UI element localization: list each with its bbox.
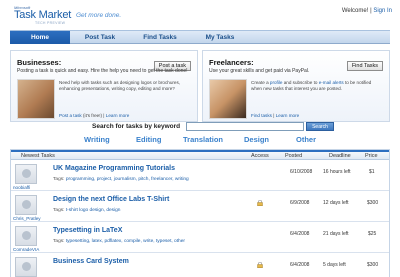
welcome-area: Welcome! | Sign In [342,8,392,14]
header-price[interactable]: Price [365,153,378,159]
task-tags: Tags: programming, project, journalism, … [53,177,189,182]
header-posted[interactable]: Posted [285,153,302,159]
sign-in-link[interactable]: Sign In [373,8,392,14]
post-task-free-note: (it's free!) [83,113,103,118]
businesses-photo [17,79,55,119]
category-writing[interactable]: Writing [84,135,110,144]
task-title-link[interactable]: Business Card System [53,258,129,265]
table-row[interactable]: Chris_Pratley Design the next Office Lab… [11,191,389,222]
find-tasks-link[interactable]: Find tasks [251,113,272,118]
search-label: Search for tasks by keyword [92,123,181,130]
tagline: Get more done. [76,12,122,19]
freelancers-photo [209,79,247,119]
table-row[interactable]: ComradeVIA Typesetting in LaTeX Tags: ty… [11,222,389,253]
table-row[interactable]: Business Card System 6/4/2008 5 days lef… [11,253,389,277]
main-nav: Home Post Task Find Tasks My Tasks [10,30,390,44]
businesses-panel: Businesses: Post a task Posting a task i… [10,50,198,122]
freelancers-body: Create a profile and subscribe to e-mail… [251,80,383,91]
task-title-link[interactable]: Design the next Office Labs T-Shirt [53,196,169,203]
tab-post-task[interactable]: Post Task [70,31,130,44]
businesses-body: Need help with tasks such as designing l… [59,80,181,91]
avatar[interactable] [15,195,37,215]
task-title-link[interactable]: Typesetting in LaTeX [53,227,122,234]
category-design[interactable]: Design [244,135,269,144]
tags-label: Tags: [53,239,65,244]
task-tags: Tags: typesetting, latex, pdflatex, comp… [53,239,185,244]
link-separator: | [103,113,105,118]
task-tags: Tags: t-shirt logo design, design [53,208,120,213]
header: Microsoft Task Market Get more done. TEC… [0,0,400,27]
preview-label: TECH PREVIEW [35,21,66,25]
search-input[interactable] [186,122,304,131]
username-link[interactable]: noobiaffi [13,185,30,190]
category-editing[interactable]: Editing [136,135,161,144]
email-alerts-link[interactable]: e-mail alerts [319,80,344,85]
tab-my-tasks[interactable]: My Tasks [190,31,250,44]
task-list: Newest Tasks Access Posted Deadline Pric… [10,149,390,277]
posted-date: 6/4/2008 [290,231,310,237]
deadline-text: 5 days left [323,262,346,268]
username-link[interactable]: Chris_Pratley [13,216,41,221]
price-text: $1 [369,169,375,175]
freelancers-description: Use your great skills and get paid via P… [209,68,310,74]
welcome-separator: | [370,8,372,14]
freelancers-title: Freelancers: [209,58,254,67]
businesses-links: Post a task (it's free!) | Learn more [59,113,129,118]
table-row[interactable]: noobiaffi UK Magazine Programming Tutori… [11,160,389,191]
tags-label: Tags: [53,177,65,182]
tag-list[interactable]: t-shirt logo design, design [66,208,121,213]
header-deadline[interactable]: Deadline [329,153,351,159]
lock-icon [257,200,263,206]
freelancers-learn-more-link[interactable]: Learn more [276,113,300,118]
task-title-link[interactable]: UK Magazine Programming Tutorials [53,165,175,172]
price-text: $300 [367,262,379,268]
businesses-description: Posting a task is quick and easy. Hire t… [17,68,188,74]
app-logo[interactable]: Task Market [14,9,71,21]
deadline-text: 16 hours left [323,169,351,175]
posted-date: 6/10/2008 [290,169,313,175]
freelancers-links: Find tasks | Learn more [251,113,299,118]
profile-link[interactable]: profile [270,80,283,85]
posted-date: 6/9/2008 [290,200,310,206]
post-task-link[interactable]: Post a task [59,113,82,118]
tag-list[interactable]: programming, project, journalism, pitch,… [66,177,189,182]
avatar[interactable] [15,257,37,277]
businesses-title: Businesses: [17,58,62,67]
tab-find-tasks[interactable]: Find Tasks [130,31,190,44]
posted-date: 6/4/2008 [290,262,310,268]
header-newest-tasks: Newest Tasks [21,153,55,159]
businesses-learn-more-link[interactable]: Learn more [106,113,130,118]
tab-home[interactable]: Home [10,31,70,44]
avatar[interactable] [15,226,37,246]
tags-label: Tags: [53,208,65,213]
welcome-text: Welcome! [341,8,369,14]
deadline-text: 12 days left [323,200,349,206]
category-translation[interactable]: Translation [183,135,223,144]
price-text: $300 [367,200,379,206]
freelancers-panel: Freelancers: Find Tasks Use your great s… [202,50,390,122]
username-link[interactable]: ComradeVIA [13,247,39,252]
category-other[interactable]: Other [296,135,316,144]
link-separator: | [273,113,275,118]
task-list-header: Newest Tasks Access Posted Deadline Pric… [11,150,389,160]
header-access[interactable]: Access [251,153,269,159]
freelancers-body-pre: Create a [251,80,269,85]
avatar[interactable] [15,164,37,184]
freelancers-body-mid: and subscribe to [283,80,318,85]
price-text: $25 [368,231,377,237]
lock-icon [257,262,263,268]
tag-list[interactable]: typesetting, latex, pdflatex, compile, w… [66,239,185,244]
deadline-text: 21 days left [323,231,349,237]
search-button[interactable]: Search [306,122,334,131]
